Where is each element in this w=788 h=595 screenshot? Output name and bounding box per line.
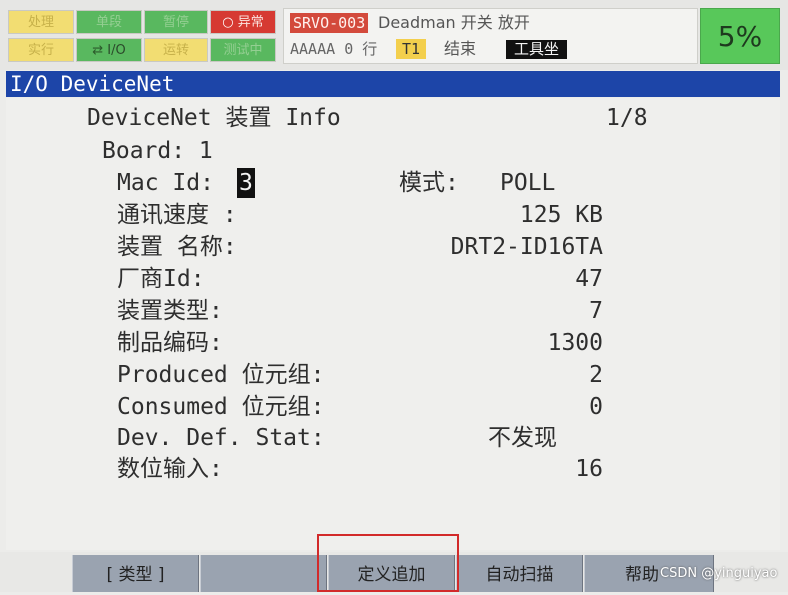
task-badge: T1 — [396, 39, 427, 59]
mac-id-label: Mac Id: — [117, 170, 214, 196]
row-value: 47 — [575, 266, 603, 292]
row-label: 装置类型: — [117, 298, 223, 324]
row-value: 1300 — [547, 330, 603, 356]
f3-add-definition-button[interactable]: 定义追加 — [328, 555, 455, 592]
alarm-panel: SRVO-003 Deadman 开关 放开 AAAAA 0 行 T1 结束 工… — [283, 8, 698, 64]
row-value: DRT2-ID16TA — [450, 234, 603, 260]
row-label: Produced 位元组: — [117, 362, 325, 388]
row-value: 16 — [575, 456, 603, 482]
row-value: 2 — [589, 362, 603, 388]
screen-title: I/O DeviceNet — [6, 71, 780, 97]
mac-id-field[interactable]: 3 — [237, 168, 255, 198]
row-label: 装置 名称: — [117, 234, 237, 260]
led-testing: 测试中 — [210, 38, 276, 62]
f1-type-button[interactable]: [ 类型 ] — [72, 555, 199, 592]
row-value: 不发现 — [488, 425, 557, 451]
mode-value: POLL — [500, 170, 556, 196]
row-value: 0 — [589, 394, 603, 420]
page-indicator: 1/8 — [606, 105, 648, 131]
row-label: Dev. Def. Stat: — [117, 425, 325, 451]
circle-icon: ○ — [222, 15, 234, 30]
status-bar: 处理 单段 暂停 ○ 异常 实行 ⇄ I/O 运转 测试中 SRVO-003 D… — [0, 0, 788, 70]
led-operation: 运转 — [144, 38, 208, 62]
watermark: CSDN @yinguiyao — [660, 566, 778, 581]
row-label: 通讯速度 : — [117, 202, 237, 228]
led-io: ⇄ I/O — [76, 38, 142, 62]
coordinate-system: 工具坐 — [506, 40, 568, 59]
led-hold: 暂停 — [144, 10, 208, 34]
row-label: 厂商Id: — [117, 266, 205, 292]
info-header: DeviceNet 装置 Info — [87, 105, 341, 131]
program-status: 结束 — [444, 39, 477, 58]
alarm-code: SRVO-003 — [290, 13, 369, 33]
mode-label: 模式: — [399, 170, 459, 196]
row-label: 数位输入: — [117, 456, 223, 482]
led-processing: 处理 — [8, 10, 74, 34]
board-label: Board: 1 — [102, 138, 213, 164]
program-name: AAAAA 0 行 — [290, 40, 378, 58]
io-arrows-icon: ⇄ — [92, 43, 104, 58]
led-running: 实行 — [8, 38, 74, 62]
led-single-step: 单段 — [76, 10, 142, 34]
row-value: 125 KB — [519, 202, 603, 228]
alarm-message: Deadman 开关 放开 — [378, 13, 530, 32]
speed-override: 5% — [700, 8, 780, 64]
row-value: 7 — [589, 298, 603, 324]
devicenet-info-panel: DeviceNet 装置 Info 1/8 Board: 1 Mac Id: 3… — [6, 98, 780, 550]
led-fault: ○ 异常 — [210, 10, 276, 34]
row-label: Consumed 位元组: — [117, 394, 325, 420]
row-label: 制品编码: — [117, 330, 223, 356]
f4-auto-scan-button[interactable]: 自动扫描 — [456, 555, 583, 592]
f2-button[interactable] — [200, 555, 327, 592]
